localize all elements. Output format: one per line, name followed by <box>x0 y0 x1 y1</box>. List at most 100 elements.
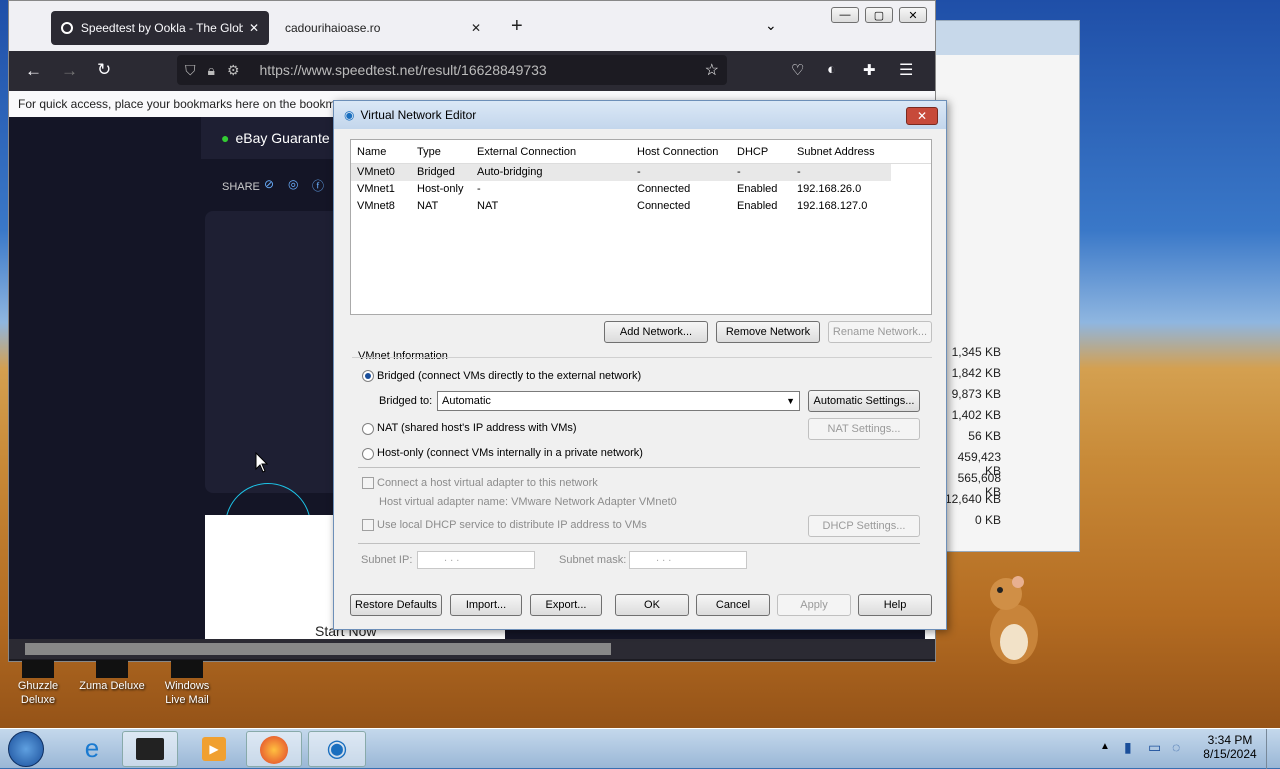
share-twitter-icon[interactable]: ◎ <box>288 177 298 191</box>
firefox-logo-icon <box>260 736 288 764</box>
use-dhcp-checkbox[interactable] <box>362 519 374 531</box>
cell-subnet: - <box>797 166 801 178</box>
table-row[interactable]: VMnet8 NAT NAT Connected Enabled 192.168… <box>351 198 891 215</box>
tab-cadourihaioase[interactable]: cadourihaioase.ro ✕ <box>275 11 491 45</box>
column-header[interactable]: Name <box>357 146 386 158</box>
pocket-icon[interactable]: ♡ <box>791 61 804 79</box>
speedtest-favicon-icon <box>61 22 73 34</box>
cancel-button[interactable]: Cancel <box>696 594 770 616</box>
lock-icon[interactable]: 🔒︎ <box>208 62 215 79</box>
table-row[interactable]: VMnet1 Host-only - Connected Enabled 192… <box>351 181 891 198</box>
cell-dhcp: Enabled <box>737 200 778 212</box>
cell-dhcp: Enabled <box>737 183 778 195</box>
maximize-button[interactable]: ▢ <box>865 7 893 23</box>
add-network-button[interactable]: Add Network... <box>604 321 708 343</box>
share-facebook-icon[interactable]: ⓕ <box>312 177 324 194</box>
use-dhcp-label[interactable]: Use local DHCP service to distribute IP … <box>377 519 647 531</box>
ok-button[interactable]: OK <box>615 594 689 616</box>
rename-network-button[interactable]: Rename Network... <box>828 321 932 343</box>
subnet-ip-field[interactable]: . . . <box>417 551 535 569</box>
close-tab-icon[interactable]: ✕ <box>471 21 481 35</box>
close-tab-icon[interactable]: ✕ <box>249 21 259 35</box>
remove-network-button[interactable]: Remove Network <box>716 321 820 343</box>
reload-icon[interactable]: ↻ <box>97 60 111 80</box>
url-text[interactable]: https://www.speedtest.net/result/1662884… <box>260 62 705 78</box>
taskbar-firefox-icon[interactable] <box>246 731 302 767</box>
connect-adapter-label[interactable]: Connect a host virtual adapter to this n… <box>377 477 598 489</box>
desktop-icon-live-mail[interactable]: Windows Live Mail <box>156 660 218 706</box>
dhcp-settings-button[interactable]: DHCP Settings... <box>808 515 920 537</box>
column-header[interactable]: External Connection <box>477 146 576 158</box>
permissions-icon[interactable]: ⚙ <box>227 62 240 79</box>
hostonly-option-label[interactable]: Host-only (connect VMs internally in a p… <box>377 447 643 459</box>
background-window[interactable]: 1,345 KB 1,842 KB 9,873 KB 1,402 KB 56 K… <box>930 20 1080 552</box>
restore-defaults-button[interactable]: Restore Defaults <box>350 594 442 616</box>
help-button[interactable]: Help <box>858 594 932 616</box>
background-window-titlebar[interactable] <box>931 21 1079 55</box>
back-arrow-icon[interactable]: ← <box>25 61 42 81</box>
file-size: 1,345 KB <box>951 345 1001 359</box>
minimize-button[interactable]: — <box>831 7 859 23</box>
start-orb-icon[interactable] <box>8 731 44 767</box>
cell-subnet: 192.168.26.0 <box>797 183 862 195</box>
cell-type: NAT <box>417 200 439 212</box>
cell-external: Auto-bridging <box>477 166 543 178</box>
nat-radio[interactable] <box>362 423 374 435</box>
cell-subnet: 192.168.127.0 <box>797 200 868 212</box>
file-size: 12,640 KB <box>944 492 1001 506</box>
import-button[interactable]: Import... <box>450 594 522 616</box>
taskbar-ie-icon[interactable]: e <box>64 731 120 767</box>
show-hidden-icons-chevron[interactable]: ▲ <box>1100 741 1110 752</box>
share-link-icon[interactable]: ⊘ <box>264 177 274 191</box>
hostonly-radio[interactable] <box>362 448 374 460</box>
menu-icon[interactable]: ☰ <box>899 60 913 80</box>
new-tab-button[interactable]: + <box>511 15 523 38</box>
nat-option-label[interactable]: NAT (shared host's IP address with VMs) <box>377 422 577 434</box>
tray-monitor-icon[interactable]: ▭ <box>1148 739 1161 756</box>
show-desktop-button[interactable] <box>1266 729 1280 769</box>
bridged-to-select[interactable]: Automatic ▼ <box>437 391 800 411</box>
desktop-icon-ghuzzle[interactable]: Ghuzzle Deluxe <box>10 660 66 706</box>
column-header[interactable]: Type <box>417 146 441 158</box>
list-header: Name Type External Connection Host Conne… <box>351 140 931 164</box>
taskbar-media-player-icon[interactable]: ▶ <box>186 731 242 767</box>
taskbar-vmware-icon[interactable] <box>122 731 178 767</box>
subnet-ip-label: Subnet IP: <box>361 554 413 566</box>
horizontal-scrollbar[interactable] <box>9 639 935 659</box>
list-tabs-chevron-icon[interactable]: ⌄ <box>765 17 777 34</box>
clock[interactable]: 3:34 PM 8/15/2024 <box>1200 733 1260 761</box>
extensions-icon[interactable]: ✚ <box>863 61 876 79</box>
scrollbar-thumb[interactable] <box>25 643 611 655</box>
tray-volume-icon[interactable]: ◌ <box>1172 739 1180 755</box>
automatic-settings-button[interactable]: Automatic Settings... <box>808 390 920 412</box>
close-button[interactable]: ✕ <box>899 7 927 23</box>
forward-arrow-icon[interactable]: → <box>61 61 78 81</box>
tab-label: Speedtest by Ookla - The Globa <box>80 21 243 35</box>
subnet-mask-field[interactable]: . . . <box>629 551 747 569</box>
bookmark-star-icon[interactable]: ☆ <box>705 60 719 80</box>
url-bar[interactable]: ⛉ 🔒︎ ⚙ https://www.speedtest.net/result/… <box>177 55 727 85</box>
dialog-titlebar[interactable]: ◉ Virtual Network Editor ✕ <box>334 101 946 129</box>
apply-button[interactable]: Apply <box>777 594 851 616</box>
table-row[interactable]: VMnet0 Bridged Auto-bridging - - - <box>351 164 891 181</box>
export-button[interactable]: Export... <box>530 594 602 616</box>
nat-settings-button[interactable]: NAT Settings... <box>808 418 920 440</box>
close-icon[interactable]: ✕ <box>906 107 938 125</box>
bridged-radio[interactable] <box>362 370 374 382</box>
column-header[interactable]: DHCP <box>737 146 768 158</box>
column-header[interactable]: Subnet Address <box>797 146 875 158</box>
taskbar: e ▶ ◉ ▲ ▮ ▭ ◌ 3:34 PM 8/15/2024 <box>0 728 1280 769</box>
dark-reader-icon[interactable]: ◐ <box>827 61 836 78</box>
dialog-title: Virtual Network Editor <box>360 108 477 122</box>
virtual-network-editor-dialog[interactable]: ◉ Virtual Network Editor ✕ Name Type Ext… <box>333 100 947 630</box>
tab-speedtest[interactable]: Speedtest by Ookla - The Globa ✕ <box>51 11 269 45</box>
column-header[interactable]: Host Connection <box>637 146 718 158</box>
shield-icon[interactable]: ⛉ <box>185 62 196 79</box>
vmnet-list[interactable]: Name Type External Connection Host Conne… <box>350 139 932 315</box>
connect-adapter-checkbox[interactable] <box>362 477 374 489</box>
desktop-icon-zuma[interactable]: Zuma Deluxe <box>76 660 148 692</box>
tray-network-icon[interactable]: ▮ <box>1124 739 1132 756</box>
ebay-guarantee-banner[interactable]: ● eBay Guarante <box>201 117 341 159</box>
bridged-option-label[interactable]: Bridged (connect VMs directly to the ext… <box>377 370 641 382</box>
taskbar-network-editor-icon[interactable]: ◉ <box>308 731 366 767</box>
